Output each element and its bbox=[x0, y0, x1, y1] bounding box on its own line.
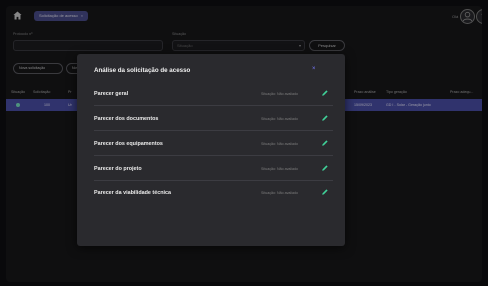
opinion-status: Situação: Não avaliado bbox=[261, 117, 298, 121]
close-icon[interactable]: × bbox=[312, 66, 316, 72]
pencil-icon[interactable] bbox=[321, 188, 329, 196]
opinion-status: Situação: Não avaliado bbox=[261, 142, 298, 146]
opinion-label: Parecer dos documentos bbox=[94, 116, 159, 122]
opinion-item-project[interactable]: Parecer do projeto Situação: Não avaliad… bbox=[94, 157, 333, 181]
analysis-modal: Análise da solicitação de acesso × Parec… bbox=[77, 54, 345, 246]
opinion-status: Situação: Não avaliado bbox=[261, 92, 298, 96]
opinion-label: Parecer dos equipamentos bbox=[94, 141, 163, 147]
pencil-icon[interactable] bbox=[321, 114, 329, 122]
opinion-label: Parecer do projeto bbox=[94, 166, 142, 172]
pencil-icon[interactable] bbox=[321, 139, 329, 147]
opinion-label: Parecer da viabilidade técnica bbox=[94, 190, 172, 196]
pencil-icon[interactable] bbox=[321, 164, 329, 172]
opinion-item-equipment[interactable]: Parecer dos equipamentos Situação: Não a… bbox=[94, 132, 333, 156]
modal-title: Análise da solicitação de acesso bbox=[94, 67, 191, 74]
opinion-item-technical-viability[interactable]: Parecer da viabilidade técnica Situação:… bbox=[94, 181, 333, 205]
pencil-icon[interactable] bbox=[321, 89, 329, 97]
opinion-item-general[interactable]: Parecer geral Situação: Não avaliado bbox=[94, 82, 333, 106]
opinion-item-documents[interactable]: Parecer dos documentos Situação: Não ava… bbox=[94, 107, 333, 131]
opinion-label: Parecer geral bbox=[94, 91, 129, 97]
opinion-status: Situação: Não avaliado bbox=[261, 167, 298, 171]
opinion-status: Situação: Não avaliado bbox=[261, 191, 298, 195]
